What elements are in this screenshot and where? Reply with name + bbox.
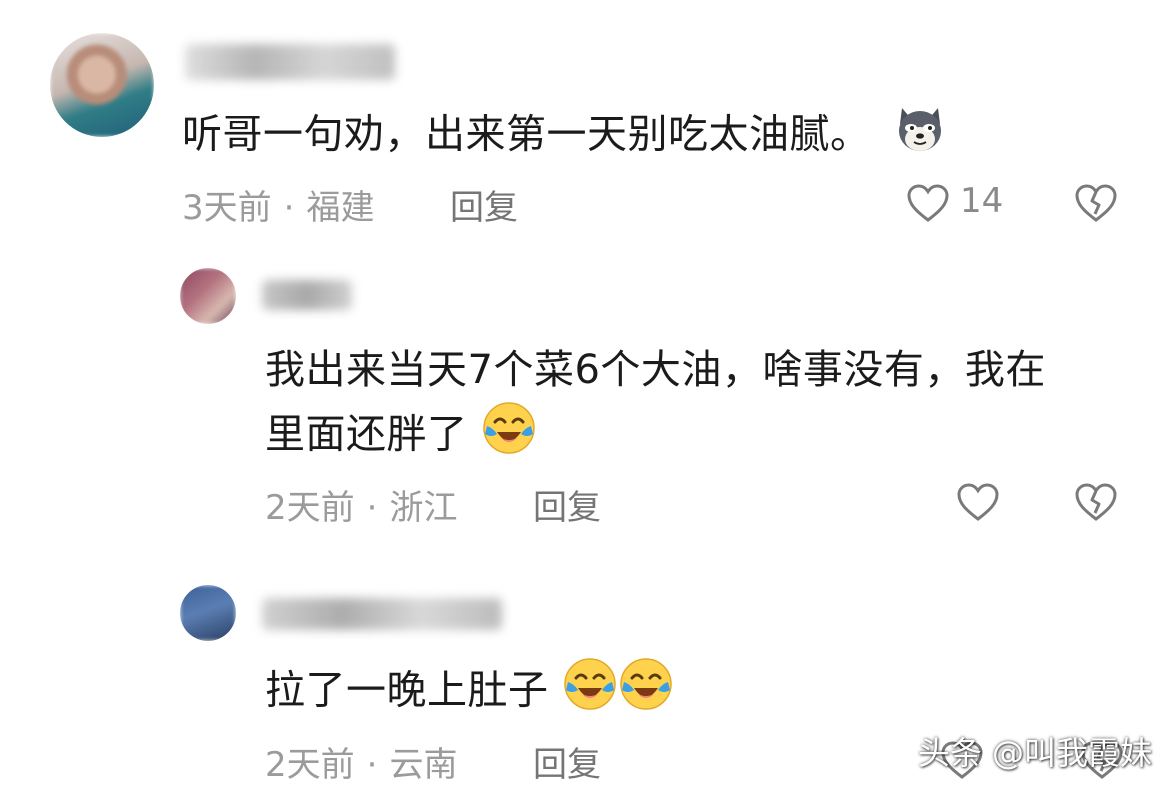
username-blurred[interactable] (185, 44, 395, 80)
comment-meta: 2天前 · 云南 (265, 737, 457, 786)
meta-separator: · (283, 188, 295, 228)
comment-text: 听哥一句劝，出来第一天别吃太油腻。 (182, 100, 948, 173)
reply-button[interactable]: 回复 (450, 180, 518, 229)
dislike-broken-heart-icon[interactable] (1074, 183, 1118, 227)
comment-text: 我出来当天7个菜6个大油，啥事没有，我在 (265, 340, 1046, 400)
comment-meta: 2天前 · 浙江 (265, 480, 457, 529)
reply-button[interactable]: 回复 (533, 480, 601, 529)
laughing-crying-emoji-icon (481, 400, 537, 473)
comment-location: 福建 (306, 188, 375, 228)
comment-location: 浙江 (389, 488, 458, 528)
laughing-crying-emoji-icon (562, 656, 618, 729)
meta-separator: · (366, 488, 378, 528)
username-blurred[interactable] (262, 598, 502, 630)
like-heart-icon[interactable] (906, 183, 950, 227)
meta-separator: · (366, 745, 378, 785)
comment-time: 2天前 (265, 488, 355, 528)
comment-text: 拉了一晚上肚子 (265, 656, 674, 729)
comment-text-content: 听哥一句劝，出来第一天别吃太油腻。 (182, 111, 871, 158)
comment-text-line2: 里面还胖了 (265, 411, 468, 458)
comment-time: 2天前 (265, 745, 355, 785)
comment-text-line1: 我出来当天7个菜6个大油，啥事没有，我在 (265, 347, 1046, 393)
watermark: 头条 @叫我霞妹 (917, 734, 1152, 772)
dislike-broken-heart-icon[interactable] (1074, 482, 1118, 526)
username-blurred[interactable] (262, 280, 352, 310)
comment-text-content: 拉了一晚上肚子 (265, 667, 549, 714)
comment-text: 里面还胖了 (265, 400, 537, 473)
comment-location: 云南 (389, 745, 458, 785)
avatar[interactable] (50, 33, 154, 137)
laughing-crying-emoji-icon (618, 656, 674, 729)
avatar[interactable] (180, 585, 236, 641)
comment-time: 3天前 (182, 188, 272, 228)
comment-meta: 3天前 · 福建 (182, 180, 374, 229)
reply-button[interactable]: 回复 (533, 737, 601, 786)
like-count: 14 (960, 181, 1004, 221)
avatar[interactable] (180, 268, 236, 324)
dog-face-emoji-icon (892, 100, 948, 173)
like-heart-icon[interactable] (956, 482, 1000, 526)
